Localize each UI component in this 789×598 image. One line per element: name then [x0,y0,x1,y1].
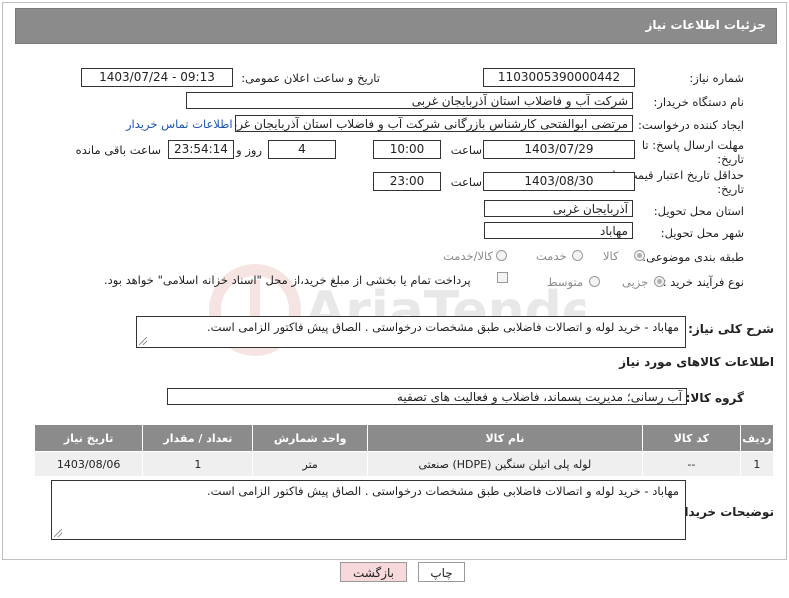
table-row: 1 -- لوله پلی اتیلن سنگین (HDPE) صنعتی م… [33,451,775,477]
description-text: مهاباد - خرید لوله و اتصالات فاضلابی طبق… [206,320,679,334]
category-option-service: خدمت [536,249,567,263]
category-option-goods-service: کالا/خدمت [443,249,494,263]
back-button[interactable]: بازگشت [340,562,407,582]
resize-grip-icon[interactable] [139,337,147,345]
deadline-time-field: 10:00 [373,140,441,159]
category-radio-goods[interactable] [634,250,645,261]
description-label: شرح کلی نیاز: [688,322,774,336]
deadline-date-label: تاریخ: [717,152,744,166]
col-code-header: کد کالا [641,424,741,452]
remaining-time-field: 23:54:14 [168,140,234,159]
description-textarea: مهاباد - خرید لوله و اتصالات فاضلابی طبق… [136,316,686,348]
buyer-label: نام دستگاه خریدار: [653,95,744,109]
validity-time-label: ساعت [450,175,482,189]
category-radio-service[interactable] [572,250,583,261]
buyer-field: شرکت آب و فاضلاب استان آذربایجان غربی [186,92,633,109]
validity-time-field: 23:00 [373,172,441,191]
resize-grip-icon[interactable] [54,529,62,537]
process-radio-minor[interactable] [654,276,665,287]
row-unit: متر [252,451,368,477]
items-table-header-row: ردیف کد کالا نام کالا واحد شمارش تعداد /… [33,424,775,452]
treasury-checkbox[interactable] [497,272,508,283]
category-label: طبقه بندی موضوعی: [642,250,744,264]
row-number: 1 [739,451,775,477]
deadline-label: مهلت ارسال پاسخ: تا [641,138,744,152]
deadline-date-field: 1403/07/29 [483,140,635,159]
col-unit-header: واحد شمارش [252,424,368,452]
province-label: استان محل تحویل: [653,204,744,218]
process-option-minor: جزیی [622,275,649,289]
city-field: مهاباد [484,222,633,239]
creator-field: مرتضی ابوالفتحی کارشناس بازرگانی شرکت آب… [235,115,633,132]
goods-info-heading: اطلاعات کالاهای مورد نیاز [619,355,774,369]
need-number-field: 1103005390000442 [483,68,635,87]
items-table: ردیف کد کالا نام کالا واحد شمارش تعداد /… [33,424,775,477]
validity-date-field: 1403/08/30 [483,172,635,191]
need-number-label: شماره نیاز: [689,71,744,85]
col-row-header: ردیف [739,424,775,452]
days-field: 4 [268,140,336,159]
validity-date-label: تاریخ: [717,182,744,196]
deadline-time-label: ساعت [450,143,482,157]
row-name: لوله پلی اتیلن سنگین (HDPE) صنعتی [366,451,643,477]
col-qty-header: تعداد / مقدار [142,424,254,452]
process-radio-medium[interactable] [589,276,600,287]
page-title: جزئیات اطلاعات نیاز [645,18,766,32]
days-label: روز و [236,143,262,157]
row-code: -- [641,451,741,477]
row-qty: 1 [142,451,254,477]
col-date-header: تاریخ نیاز [33,424,144,452]
creator-label: ایجاد کننده درخواست: [638,118,744,132]
announce-label: تاریخ و ساعت اعلان عمومی: [241,71,380,85]
process-option-medium: متوسط [547,275,584,289]
remaining-label: ساعت باقی مانده [75,143,161,157]
contact-info-link[interactable]: اطلاعات تماس خریدار [126,117,233,131]
row-date: 1403/08/06 [33,451,144,477]
province-field: آذربایجان غربی [484,200,633,217]
print-button[interactable]: چاپ [418,562,465,582]
buyer-notes-textarea: مهاباد - خرید لوله و اتصالات فاضلابی طبق… [51,480,686,540]
announce-field: 1403/07/24 - 09:13 [81,68,233,87]
city-label: شهر محل تحویل: [660,226,744,240]
category-option-goods: کالا [603,249,619,263]
category-radio-goods-service[interactable] [496,250,507,261]
col-name-header: نام کالا [366,424,643,452]
goods-group-field: آب رسانی؛ مدیریت پسماند، فاضلاب و فعالیت… [167,388,687,405]
page-header: جزئیات اطلاعات نیاز [15,8,777,44]
buyer-notes-text: مهاباد - خرید لوله و اتصالات فاضلابی طبق… [206,484,679,498]
payment-note: پرداخت تمام یا بخشی از مبلغ خرید،از محل … [104,273,471,287]
buyer-notes-label: توضیحات خریدار: [672,505,774,519]
goods-group-label: گروه کالا: [685,391,744,405]
process-label: نوع فرآیند خرید : [662,275,744,289]
